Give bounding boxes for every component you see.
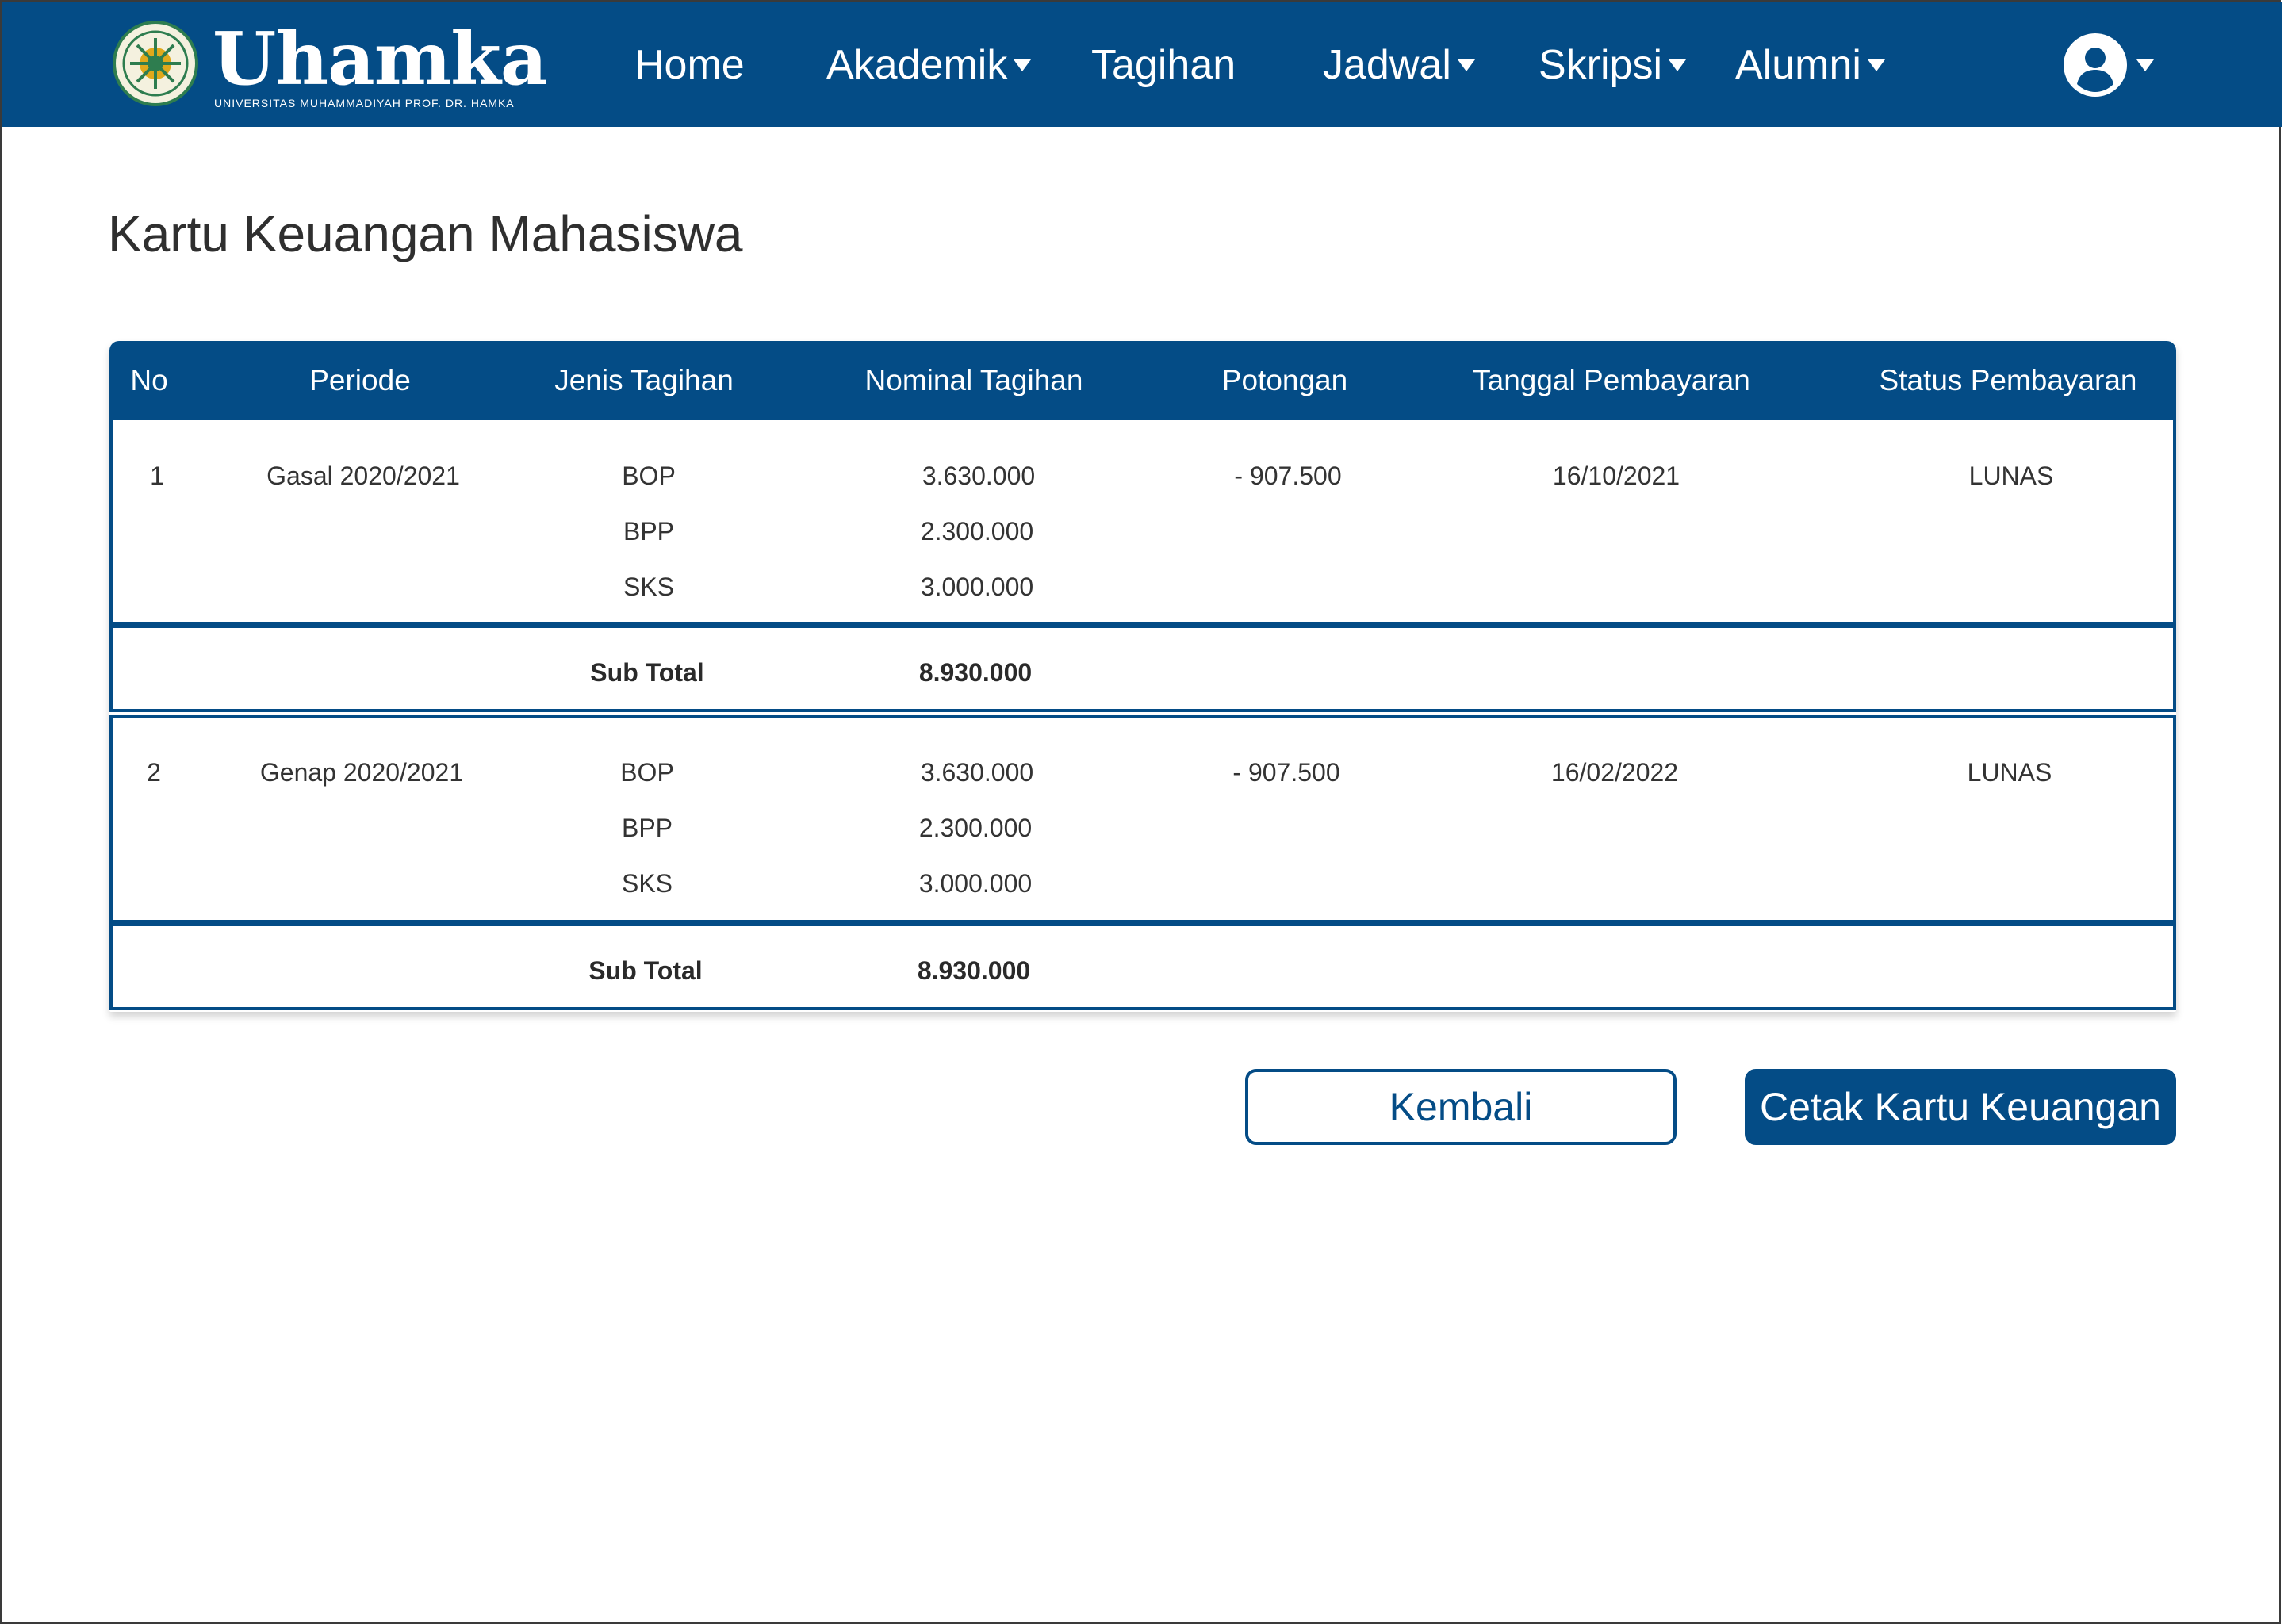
chevron-down-icon (1867, 59, 1885, 71)
university-emblem-icon (113, 21, 198, 106)
cell-no: 1 (150, 462, 164, 490)
cell-tanggal: 16/02/2022 (1550, 758, 1679, 787)
cell-potongan: - 907.500 (1232, 758, 1340, 787)
table-row-group: 1 Gasal 2020/2021 BOP BPP SKS 3.630.000 … (109, 417, 2176, 625)
cell-status: LUNAS (1967, 758, 2052, 787)
cell-jenis: BOP (622, 462, 676, 490)
finance-table: No Periode Jenis Tagihan Nominal Tagihan… (109, 341, 2176, 1012)
nav-jadwal-label: Jadwal (1323, 42, 1451, 88)
nav-skripsi[interactable]: Skripsi (1539, 33, 1687, 97)
cell-periode: Genap 2020/2021 (259, 758, 464, 787)
header-potongan: Potongan (1221, 364, 1348, 396)
subtotal-value: 8.930.000 (918, 658, 1033, 687)
cell-periode: Gasal 2020/2021 (266, 462, 460, 490)
page-title: Kartu Keuangan Mahasiswa (108, 205, 743, 262)
user-menu[interactable] (2064, 33, 2159, 97)
cell-no: 2 (147, 758, 161, 787)
cell-jenis: BOP (620, 758, 674, 787)
nav-akademik[interactable]: Akademik (826, 33, 1032, 97)
cell-nominal: 2.300.000 (920, 517, 1034, 546)
chevron-down-icon (1457, 59, 1475, 71)
header-nominal: Nominal Tagihan (864, 364, 1083, 396)
subtotal-value: 8.930.000 (917, 956, 1031, 985)
cell-tanggal: 16/10/2021 (1552, 462, 1680, 490)
nav-home-label: Home (634, 42, 745, 88)
cell-nominal: 3.000.000 (920, 573, 1034, 601)
cell-jenis: SKS (623, 573, 675, 601)
subtotal-label: Sub Total (588, 956, 703, 985)
brand-subtitle: UNIVERSITAS MUHAMMADIYAH PROF. DR. HAMKA (214, 97, 515, 109)
nav-tagihan-label: Tagihan (1091, 42, 1236, 88)
chevron-down-icon (2136, 59, 2154, 71)
chevron-down-icon (1014, 59, 1032, 71)
nav-home[interactable]: Home (634, 33, 745, 97)
subtotal-label: Sub Total (590, 658, 704, 687)
brand-name: Uhamka (213, 16, 547, 102)
nav-skripsi-label: Skripsi (1539, 42, 1663, 88)
header-tanggal: Tanggal Pembayaran (1473, 364, 1750, 396)
nav-alumni[interactable]: Alumni (1735, 33, 1885, 97)
cell-jenis: BPP (621, 814, 673, 842)
cell-nominal: 3.000.000 (918, 869, 1033, 898)
cell-nominal: 2.300.000 (918, 814, 1033, 842)
table-header: No Periode Jenis Tagihan Nominal Tagihan… (109, 341, 2176, 420)
cell-nominal: 3.630.000 (920, 758, 1034, 787)
header-no: No (130, 364, 168, 396)
table-row-group: 2 Genap 2020/2021 BOP BPP SKS 3.630.000 … (109, 715, 2176, 923)
nav-tagihan[interactable]: Tagihan (1091, 33, 1236, 97)
cell-jenis: BPP (623, 517, 675, 546)
cell-status: LUNAS (1968, 462, 2054, 490)
cell-potongan: - 907.500 (1234, 462, 1342, 490)
header-jenis: Jenis Tagihan (554, 364, 734, 396)
subtotal-row: Sub Total 8.930.000 (109, 923, 2176, 1010)
print-finance-card-button[interactable]: Cetak Kartu Keuangan (1745, 1069, 2176, 1145)
user-circle-icon (2064, 33, 2127, 97)
subtotal-row: Sub Total 8.930.000 (109, 625, 2176, 712)
nav-jadwal[interactable]: Jadwal (1323, 33, 1475, 97)
chevron-down-icon (1669, 59, 1687, 71)
header-periode: Periode (309, 364, 411, 396)
nav-akademik-label: Akademik (826, 42, 1008, 88)
nav-alumni-label: Alumni (1735, 42, 1861, 88)
navbar: Uhamka UNIVERSITAS MUHAMMADIYAH PROF. DR… (2, 2, 2282, 127)
cell-nominal: 3.630.000 (922, 462, 1036, 490)
back-button[interactable]: Kembali (1245, 1069, 1677, 1145)
header-status: Status Pembayaran (1879, 364, 2137, 396)
cell-jenis: SKS (621, 869, 673, 898)
brand-logo[interactable]: Uhamka UNIVERSITAS MUHAMMADIYAH PROF. DR… (113, 21, 547, 113)
